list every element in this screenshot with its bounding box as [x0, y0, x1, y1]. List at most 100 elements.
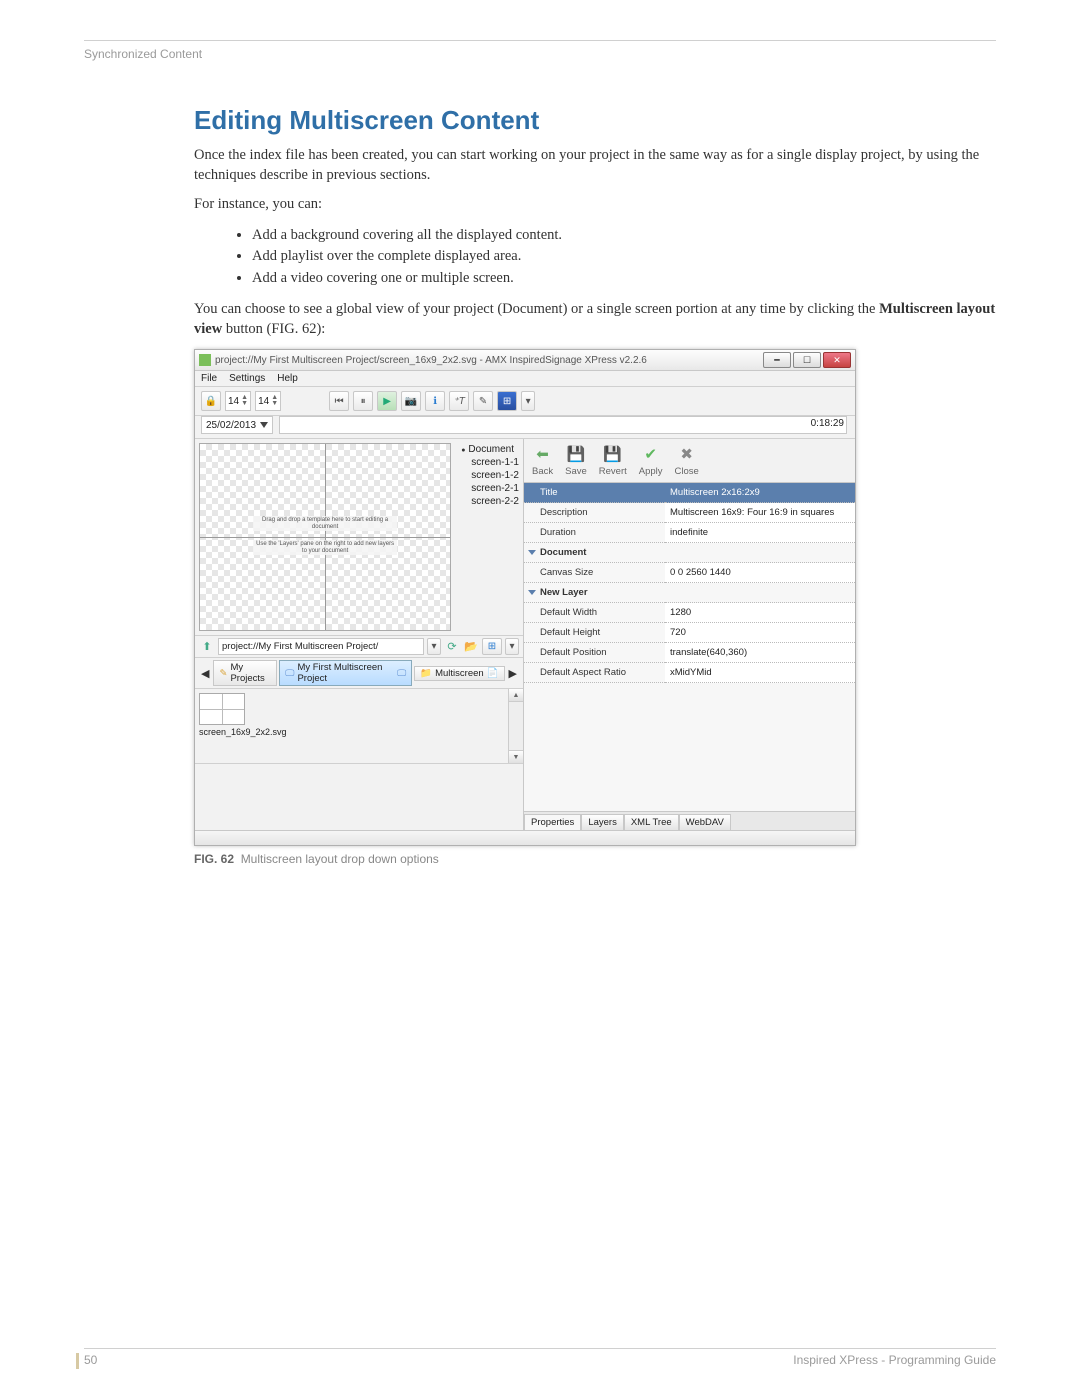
app-window: project://My First Multiscreen Project/s… — [194, 349, 856, 846]
running-head: Synchronized Content — [84, 47, 996, 61]
prop-canvas-key: Canvas Size — [524, 563, 665, 583]
tab-xml-tree[interactable]: XML Tree — [624, 814, 679, 830]
bullet-list: Add a background covering all the displa… — [194, 225, 996, 290]
pause-icon[interactable]: ⏸ — [353, 391, 373, 411]
minimize-button[interactable]: ━ — [763, 352, 791, 368]
paragraph-1: Once the index file has been created, yo… — [194, 146, 996, 185]
save-icon: 💾 — [566, 444, 586, 464]
close-button[interactable]: ✕ — [823, 352, 851, 368]
menu-file[interactable]: File — [201, 373, 217, 384]
prop-duration-key: Duration — [524, 523, 665, 543]
menu-help[interactable]: Help — [277, 373, 298, 384]
layout-dropdown-button[interactable]: ▾ — [521, 391, 535, 411]
canvas-hint-1: Drag and drop a template here to start e… — [253, 516, 397, 531]
revert-icon: 💾 — [603, 444, 623, 464]
section-heading: Editing Multiscreen Content — [194, 105, 996, 136]
play-icon[interactable]: ▶ — [377, 391, 397, 411]
breadcrumb-item[interactable]: 📁Multiscreen📄 — [414, 666, 504, 681]
prop-aspect-value[interactable]: xMidYMid — [665, 663, 855, 683]
tab-properties[interactable]: Properties — [524, 814, 581, 830]
prop-aspect-key: Default Aspect Ratio — [524, 663, 665, 683]
thumbnail-scrollbar[interactable]: ▲ ▼ — [508, 689, 523, 763]
page-number: 50 — [84, 1353, 97, 1367]
prop-section-newlayer[interactable]: New Layer — [524, 583, 855, 603]
doclist-root[interactable]: Document — [453, 443, 521, 456]
prop-title-key: Title — [524, 483, 665, 503]
tab-layers[interactable]: Layers — [581, 814, 624, 830]
lock-icon[interactable]: 🔒 — [201, 391, 221, 411]
prop-duration-value[interactable]: indefinite — [665, 523, 855, 543]
file-thumbnail[interactable] — [199, 693, 245, 725]
prop-section-document[interactable]: Document — [524, 543, 855, 563]
breadcrumb-item[interactable]: ✎My Projects — [213, 660, 277, 686]
breadcrumb-back-icon[interactable]: ◀ — [199, 667, 211, 680]
path-field[interactable]: project://My First Multiscreen Project/ — [218, 638, 424, 655]
add-text-icon[interactable]: ⁺T — [449, 391, 469, 411]
status-bar — [195, 830, 855, 845]
maximize-button[interactable]: ☐ — [793, 352, 821, 368]
zoom-v-stepper[interactable]: 14▲▼ — [255, 391, 281, 411]
canvas-preview[interactable]: Drag and drop a template here to start e… — [199, 443, 451, 631]
panel-tabs: Properties Layers XML Tree WebDAV — [524, 811, 855, 830]
up-folder-icon[interactable]: ⬆ — [199, 639, 215, 655]
save-button[interactable]: 💾Save — [565, 444, 587, 477]
window-titlebar[interactable]: project://My First Multiscreen Project/s… — [195, 350, 855, 371]
path-bar: ⬆ project://My First Multiscreen Project… — [195, 635, 523, 658]
refresh-icon[interactable]: ⟳ — [444, 639, 460, 655]
menu-bar: File Settings Help — [195, 371, 855, 387]
prop-defwidth-key: Default Width — [524, 603, 665, 623]
scroll-up-icon[interactable]: ▲ — [509, 689, 523, 702]
zoom-h-stepper[interactable]: 14▲▼ — [225, 391, 251, 411]
view-mode-dropdown[interactable]: ▾ — [505, 638, 519, 655]
bullet-item: Add playlist over the complete displayed… — [252, 246, 996, 268]
doclist-item[interactable]: screen-1-1 — [453, 456, 521, 469]
back-button[interactable]: ⬅Back — [532, 444, 553, 477]
breadcrumb-forward-icon[interactable]: ▶ — [507, 667, 519, 680]
close-props-button[interactable]: ✖Close — [675, 444, 699, 477]
doclist-item[interactable]: screen-1-2 — [453, 469, 521, 482]
prop-defpos-value[interactable]: translate(640,360) — [665, 643, 855, 663]
prop-description-key: Description — [524, 503, 665, 523]
thumbnail-browser: screen_16x9_2x2.svg ▲ ▼ — [195, 689, 523, 764]
path-dropdown-button[interactable]: ▾ — [427, 638, 441, 655]
apply-button[interactable]: ✔Apply — [639, 444, 663, 477]
snapshot-icon[interactable]: 📷 — [401, 391, 421, 411]
paragraph-2: For instance, you can: — [194, 195, 996, 215]
bullet-item: Add a video covering one or multiple scr… — [252, 268, 996, 290]
window-title: project://My First Multiscreen Project/s… — [215, 355, 763, 366]
prop-canvas-value[interactable]: 0 0 2560 1440 — [665, 563, 855, 583]
properties-table: TitleMultiscreen 2x16:2x9 DescriptionMul… — [524, 483, 855, 683]
view-mode-button[interactable]: ⊞ — [482, 638, 502, 655]
document-screen-list: Document screen-1-1 screen-1-2 screen-2-… — [451, 439, 523, 635]
date-picker[interactable]: 25/02/2013 — [201, 416, 273, 434]
page-footer: 50 Inspired XPress - Programming Guide — [84, 1348, 996, 1367]
info-icon[interactable]: ℹ — [425, 391, 445, 411]
doclist-item[interactable]: screen-2-1 — [453, 482, 521, 495]
footer-title: Inspired XPress - Programming Guide — [793, 1353, 996, 1367]
edit-icon[interactable]: ✎ — [473, 391, 493, 411]
back-arrow-icon: ⬅ — [533, 444, 553, 464]
prop-title-value[interactable]: Multiscreen 2x16:2x9 — [665, 483, 855, 503]
figure-caption: FIG. 62 Multiscreen layout drop down opt… — [194, 852, 996, 866]
prop-defpos-key: Default Position — [524, 643, 665, 663]
scroll-down-icon[interactable]: ▼ — [509, 750, 523, 763]
prop-defheight-key: Default Height — [524, 623, 665, 643]
prop-defwidth-value[interactable]: 1280 — [665, 603, 855, 623]
menu-settings[interactable]: Settings — [229, 373, 265, 384]
figure-62: project://My First Multiscreen Project/s… — [194, 349, 996, 866]
breadcrumb-bar: ◀ ✎My Projects 🖵My First Multiscreen Pro… — [195, 658, 523, 689]
file-thumbnail-label: screen_16x9_2x2.svg — [199, 727, 519, 737]
prop-description-value[interactable]: Multiscreen 16x9: Four 16:9 in squares — [665, 503, 855, 523]
timeline[interactable]: 0:18:29 — [279, 416, 847, 434]
layout-view-button[interactable]: ⊞ — [497, 391, 517, 411]
skip-start-icon[interactable]: ⏮ — [329, 391, 349, 411]
check-icon: ✔ — [641, 444, 661, 464]
tab-webdav[interactable]: WebDAV — [679, 814, 731, 830]
doclist-item[interactable]: screen-2-2 — [453, 495, 521, 508]
secondary-toolbar: 25/02/2013 0:18:29 — [195, 416, 855, 439]
open-folder-icon[interactable]: 📂 — [463, 639, 479, 655]
prop-defheight-value[interactable]: 720 — [665, 623, 855, 643]
bullet-item: Add a background covering all the displa… — [252, 225, 996, 247]
breadcrumb-item[interactable]: 🖵My First Multiscreen Project🖵 — [279, 660, 412, 686]
revert-button[interactable]: 💾Revert — [599, 444, 627, 477]
